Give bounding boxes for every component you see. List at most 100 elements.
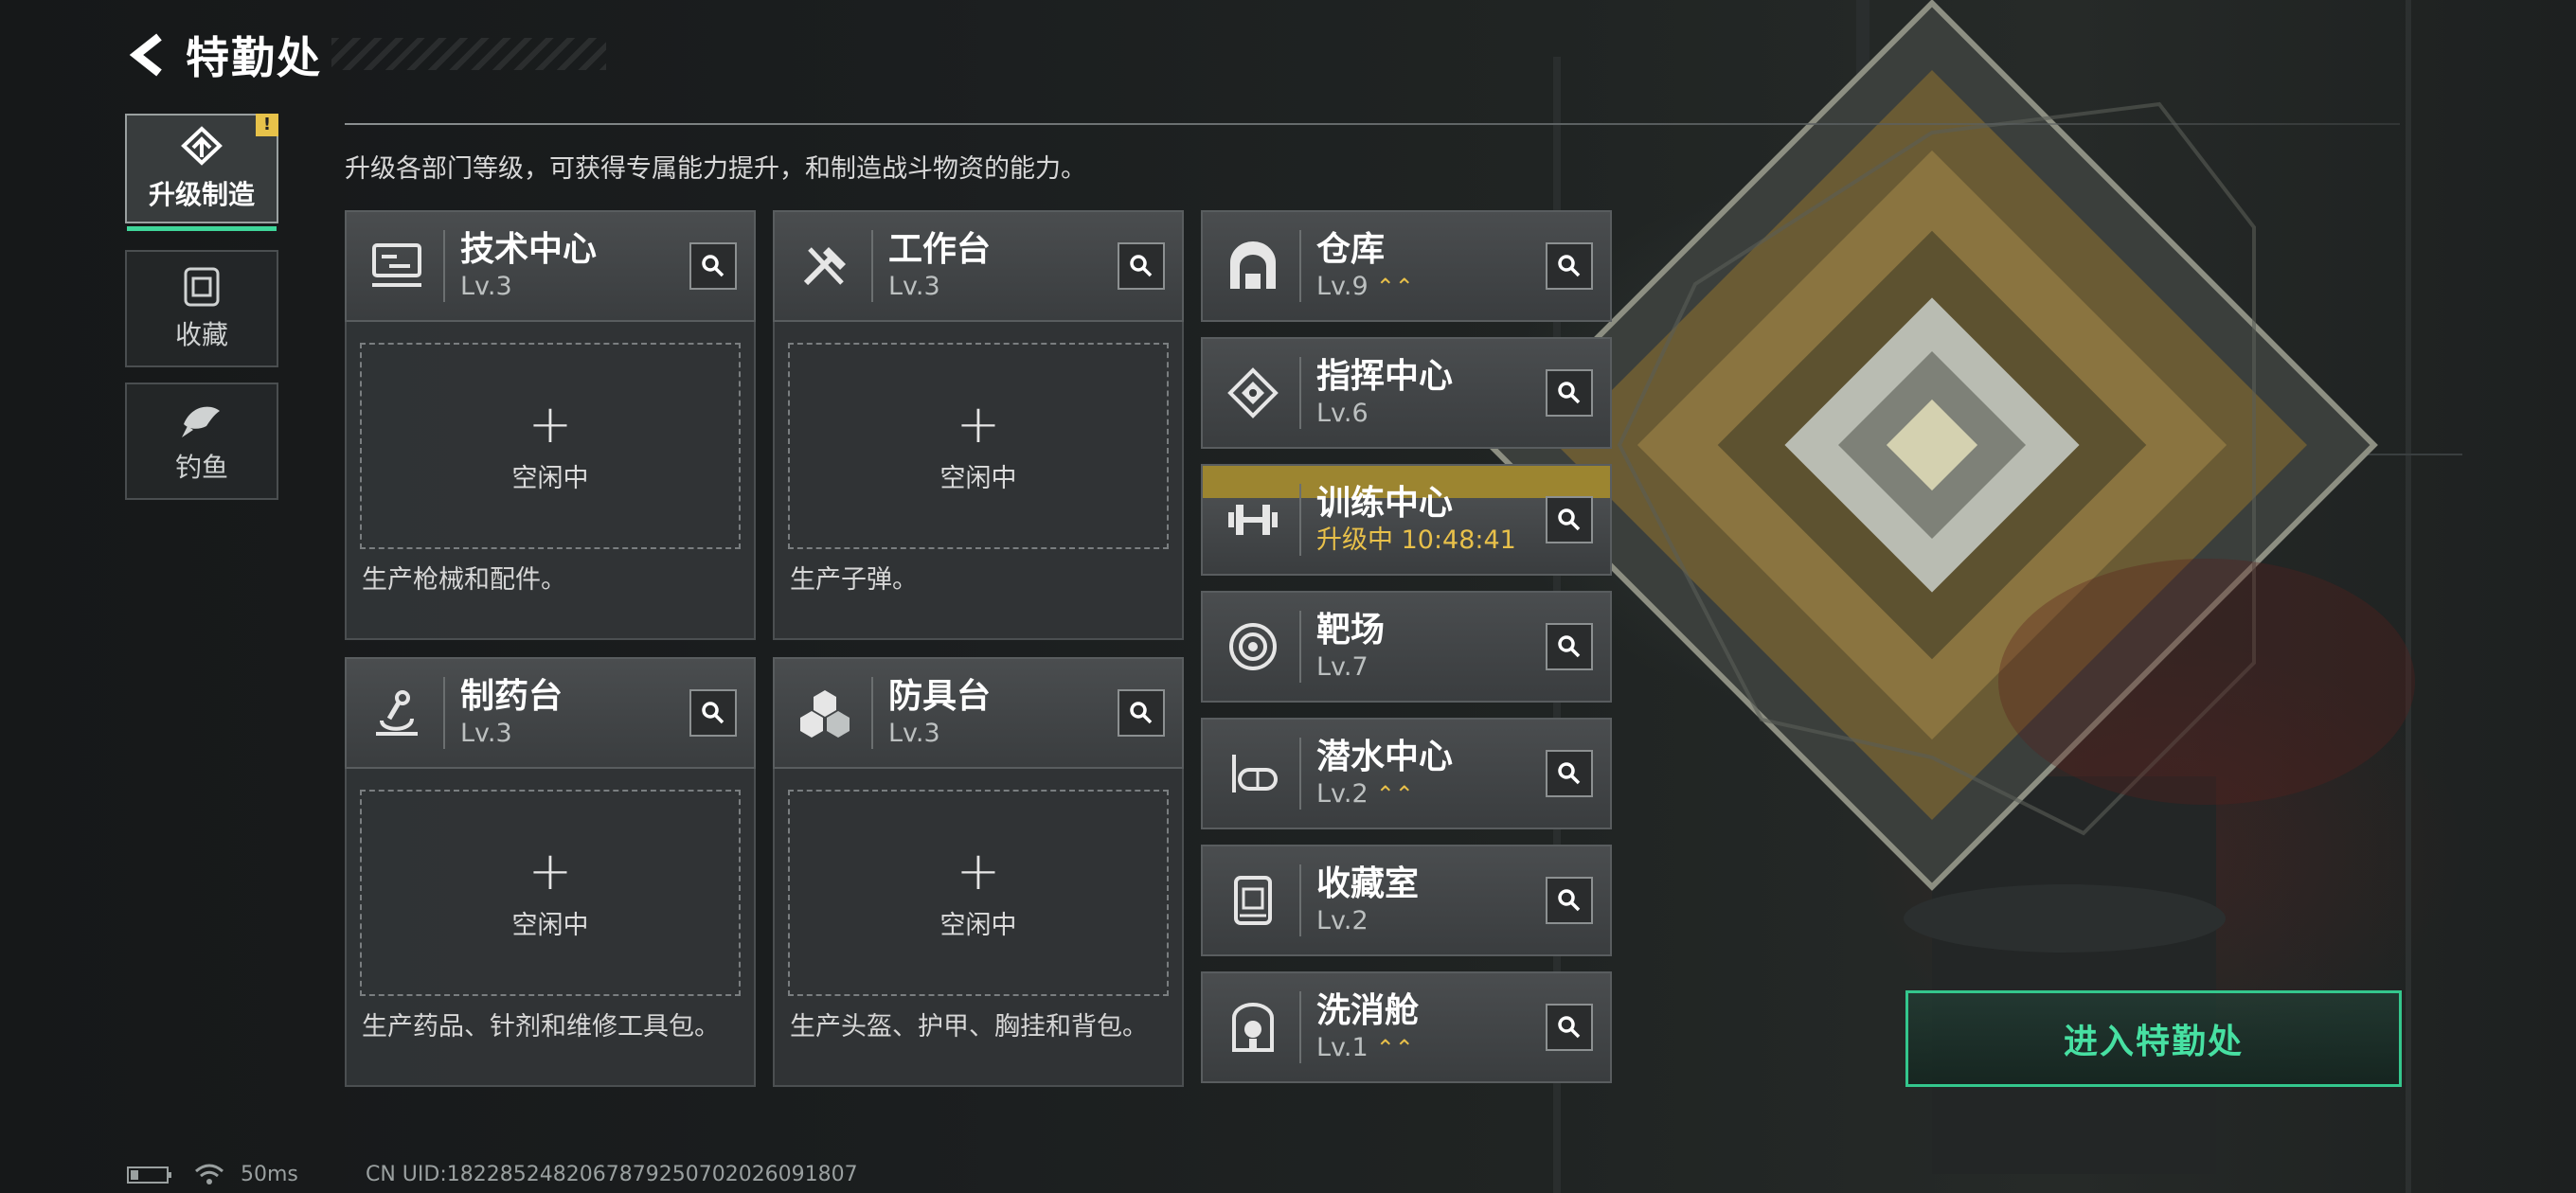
card-body: + 空闲中 生产头盔、护甲、胸挂和背包。 [773, 769, 1184, 1087]
sidebar-item-label: 升级制造 [148, 179, 255, 210]
card-header[interactable]: 制药台 Lv.3 [345, 657, 756, 769]
department-warehouse[interactable]: 仓库 Lv.9 ⌃⌃ [1201, 210, 1612, 322]
inspect-button[interactable] [1118, 242, 1165, 290]
card-body: + 空闲中 生产药品、针剂和维修工具包。 [345, 769, 756, 1087]
enter-button-label: 进入特勤处 [2063, 1023, 2244, 1061]
department-name: 指挥中心 [1316, 357, 1454, 396]
separator [443, 677, 445, 749]
add-icon: + [528, 840, 573, 902]
add-icon: + [956, 393, 1001, 455]
inspect-button[interactable] [1546, 750, 1593, 797]
separator [1299, 611, 1301, 683]
search-icon [702, 702, 724, 724]
inspect-button[interactable] [689, 689, 737, 737]
separator [1299, 738, 1301, 810]
inspect-button[interactable] [689, 242, 737, 290]
collection-capsule-icon [184, 267, 220, 307]
search-icon [1130, 255, 1153, 277]
sidebar-item-upgrade[interactable]: 升级制造 ! [125, 114, 278, 231]
warehouse-icon [1230, 241, 1276, 289]
department-training-center[interactable]: 训练中心 升级中 10:48:41 [1201, 464, 1612, 576]
slot-status: 空闲中 [939, 463, 1017, 493]
department-name: 洗消舱 [1316, 991, 1420, 1030]
department-level: Lv.2 [1316, 779, 1368, 809]
card-name: 工作台 [888, 230, 992, 269]
department-level: Lv.6 [1316, 399, 1368, 428]
workbench-tools-icon [803, 247, 846, 286]
production-card-tech-center: 技术中心 Lv.3 + 空闲中 生产枪械和配件。 [345, 210, 756, 640]
department-diving-center[interactable]: 潜水中心 Lv.2 ⌃⌃ [1201, 718, 1612, 829]
add-icon: + [528, 393, 573, 455]
search-icon [702, 255, 724, 277]
inspect-button[interactable] [1546, 369, 1593, 417]
production-card-workbench: 工作台 Lv.3 + 空闲中 生产子弹。 [773, 210, 1184, 640]
armor-cubes-icon [800, 690, 850, 738]
department-shooting-range[interactable]: 靶场 Lv.7 [1201, 591, 1612, 703]
add-icon: + [956, 840, 1001, 902]
sidebar-item-collection[interactable]: 收藏 [125, 250, 278, 367]
back-button[interactable]: 特勤处 [123, 27, 616, 83]
slot-status: 空闲中 [939, 910, 1017, 940]
production-slot[interactable]: + 空闲中 [360, 343, 741, 549]
produce-description: 生产子弹。 [790, 565, 918, 595]
department-command-center[interactable]: 指挥中心 Lv.6 [1201, 337, 1612, 449]
production-slot[interactable]: + 空闲中 [360, 790, 741, 996]
produce-description: 生产枪械和配件。 [362, 565, 566, 595]
card-header[interactable]: 技术中心 Lv.3 [345, 210, 756, 322]
department-level: Lv.7 [1316, 652, 1368, 682]
inspect-button[interactable] [1546, 496, 1593, 543]
card-header[interactable]: 工作台 Lv.3 [773, 210, 1184, 322]
card-name: 制药台 [460, 677, 564, 716]
card-header[interactable]: 防具台 Lv.3 [773, 657, 1184, 769]
search-icon [1558, 762, 1581, 785]
tech-center-icon [372, 243, 421, 287]
inspect-button[interactable] [1118, 689, 1165, 737]
command-chip-icon [1227, 367, 1279, 418]
search-icon [1558, 635, 1581, 658]
sidebar-item-label: 收藏 [174, 319, 228, 350]
fish-icon [182, 406, 220, 437]
ping-value: 50ms [241, 1163, 298, 1186]
production-slot[interactable]: + 空闲中 [788, 343, 1169, 549]
department-level: Lv.9 [1316, 272, 1368, 301]
user-uid: CN UID:1822852482067879250702026091807 [366, 1163, 858, 1186]
divider [345, 123, 2400, 125]
department-level: Lv.1 [1316, 1033, 1368, 1062]
slot-status: 空闲中 [511, 910, 589, 940]
card-level: Lv.3 [460, 272, 512, 301]
collection-room-icon [1234, 876, 1272, 925]
department-name: 仓库 [1316, 230, 1386, 269]
card-level: Lv.3 [460, 719, 512, 748]
alert-badge: ! [256, 114, 278, 136]
search-icon [1558, 382, 1581, 404]
inspect-button[interactable] [1546, 877, 1593, 924]
inspect-button[interactable] [1546, 1004, 1593, 1051]
department-collection-room[interactable]: 收藏室 Lv.2 [1201, 845, 1612, 956]
production-card-armor: 防具台 Lv.3 + 空闲中 生产头盔、护甲、胸挂和背包。 [773, 657, 1184, 1087]
separator [871, 230, 873, 302]
diving-mask-icon [1232, 755, 1278, 792]
department-decon-pod[interactable]: 洗消舱 Lv.1 ⌃⌃ [1201, 971, 1612, 1083]
produce-description: 生产药品、针剂和维修工具包。 [362, 1012, 720, 1042]
search-icon [1558, 889, 1581, 912]
card-name: 防具台 [888, 677, 992, 716]
slot-status: 空闲中 [511, 463, 589, 493]
upgrade-available-icon: ⌃⌃ [1375, 1035, 1414, 1061]
enter-special-ops-button[interactable]: 进入特勤处 [1905, 990, 2402, 1087]
upgrade-arrow-icon [181, 126, 223, 166]
search-icon [1130, 702, 1153, 724]
inspect-button[interactable] [1546, 623, 1593, 670]
production-slot[interactable]: + 空闲中 [788, 790, 1169, 996]
sidebar-item-fishing[interactable]: 钓鱼 [125, 383, 278, 500]
sidebar-item-label: 钓鱼 [174, 452, 228, 483]
upgrade-available-icon: ⌃⌃ [1375, 274, 1414, 300]
separator [871, 677, 873, 749]
production-card-pharmacy: 制药台 Lv.3 + 空闲中 生产药品、针剂和维修工具包。 [345, 657, 756, 1087]
inspect-button[interactable] [1546, 242, 1593, 290]
card-level: Lv.3 [888, 272, 940, 301]
search-icon [1558, 508, 1581, 531]
card-name: 技术中心 [460, 230, 598, 269]
produce-description: 生产头盔、护甲、胸挂和背包。 [790, 1012, 1148, 1042]
search-icon [1558, 1016, 1581, 1039]
separator [443, 230, 445, 302]
